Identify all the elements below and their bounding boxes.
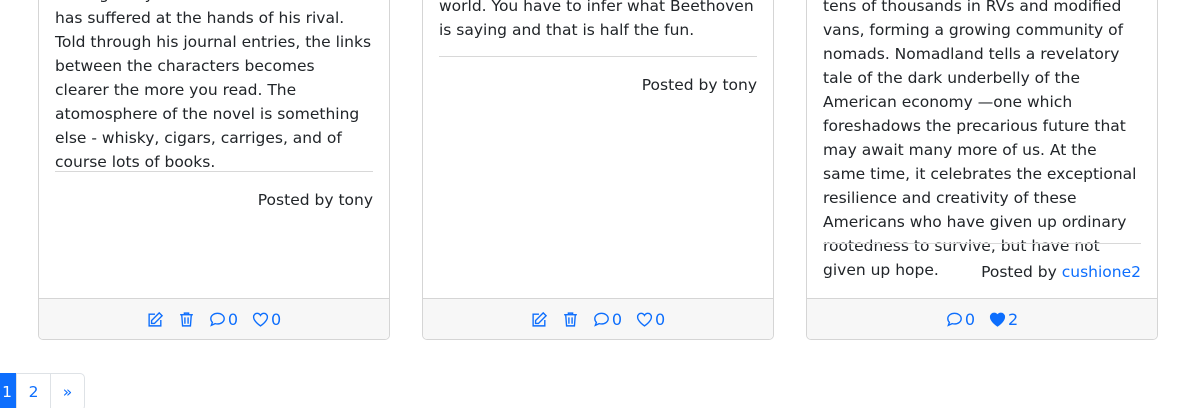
post-card-footer: 0 0 (423, 298, 773, 339)
posted-by-label: Posted by (641, 76, 723, 94)
post-card-footer: 0 2 (807, 298, 1157, 339)
post-divider (55, 171, 373, 172)
heart-outline-icon (252, 312, 269, 327)
comments-button[interactable]: 0 (593, 311, 622, 328)
delete-button[interactable] (562, 311, 579, 328)
comment-icon (593, 312, 609, 327)
post-divider (823, 243, 1141, 244)
like-count: 0 (655, 309, 666, 329)
posted-by: Posted by cushione2 (981, 260, 1141, 284)
comment-count: 0 (611, 309, 622, 329)
comment-icon (209, 312, 225, 327)
like-button[interactable]: 0 (252, 311, 281, 328)
trash-icon (179, 311, 193, 327)
post-card: revenge. Glyver reveals the torment he h… (38, 0, 390, 340)
posts-page: revenge. Glyver reveals the torment he h… (0, 0, 1200, 408)
edit-icon (532, 311, 547, 327)
post-text: world. You have to infer what Beethoven … (439, 0, 754, 39)
post-text: revenge. Glyver reveals the torment he h… (55, 0, 372, 171)
posted-by: Posted by tony (258, 188, 373, 212)
next-page-link[interactable]: » (50, 373, 85, 408)
comments-button[interactable]: 0 (209, 311, 238, 328)
edit-button[interactable] (147, 311, 164, 328)
post-author-link[interactable]: cushione2 (1062, 263, 1141, 281)
trash-icon (563, 311, 577, 327)
post-card-footer: 0 0 (39, 298, 389, 339)
edit-icon (148, 311, 163, 327)
comments-button[interactable]: 0 (946, 311, 975, 328)
post-card: world. You have to infer what Beethoven … (422, 0, 774, 340)
post-card: tens of thousands in RVs and modified va… (806, 0, 1158, 340)
comment-icon (946, 312, 962, 327)
heart-filled-icon (989, 312, 1006, 327)
post-author: tony (722, 76, 757, 94)
post-divider (439, 56, 757, 57)
pagination: 1 2 » (0, 373, 85, 408)
posted-by-label: Posted by (257, 191, 339, 209)
posted-by: Posted by tony (642, 73, 757, 97)
like-count: 0 (271, 309, 282, 329)
page-link-1[interactable]: 1 (0, 373, 17, 408)
post-author: tony (338, 191, 373, 209)
like-count: 2 (1008, 309, 1019, 329)
posted-by-label: Posted by (981, 263, 1062, 281)
post-text: tens of thousands in RVs and modified va… (823, 0, 1137, 279)
heart-outline-icon (636, 312, 653, 327)
page-link-2[interactable]: 2 (16, 373, 51, 408)
like-button[interactable]: 0 (636, 311, 665, 328)
delete-button[interactable] (178, 311, 195, 328)
edit-button[interactable] (531, 311, 548, 328)
like-button[interactable]: 2 (989, 311, 1018, 328)
comment-count: 0 (964, 309, 975, 329)
comment-count: 0 (227, 309, 238, 329)
